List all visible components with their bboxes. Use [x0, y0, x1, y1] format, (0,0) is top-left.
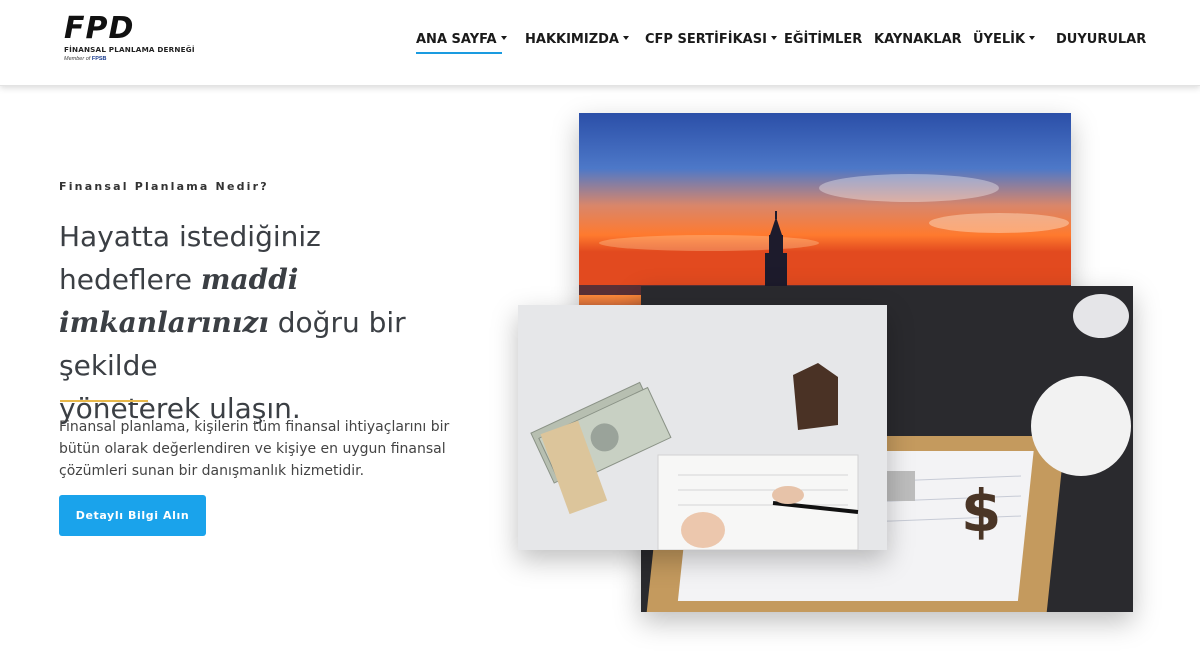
- member-org: FPSB: [91, 56, 107, 62]
- chevron-down-icon: [500, 35, 507, 40]
- chevron-down-icon: [622, 35, 629, 40]
- main-nav: ANA SAYFA HAKKIMIZDA CFP SERTİFİKASI EĞİ…: [0, 30, 1200, 54]
- site-header: FPD FİNANSAL PLANLAMA DERNEĞİ Member of …: [0, 0, 1200, 86]
- nav-label: ANA SAYFA: [416, 32, 497, 47]
- nav-item-duyurular[interactable]: DUYURULAR: [1056, 30, 1146, 54]
- nav-item-kaynaklar[interactable]: KAYNAKLAR: [874, 30, 962, 54]
- headline-line-1: Hayatta istediğiniz: [59, 220, 321, 253]
- nav-label: HAKKIMIZDA: [525, 32, 619, 47]
- hero-headline: Hayatta istediğiniz hedeflere maddi imka…: [59, 215, 479, 430]
- details-button[interactable]: Detaylı Bilgi Alın: [59, 495, 206, 536]
- chevron-down-icon: [1029, 35, 1036, 40]
- nav-label: DUYURULAR: [1056, 32, 1147, 47]
- headline-emphasis-1: maddi: [200, 263, 299, 296]
- headline-emphasis-2: imkanlarınızı: [59, 306, 269, 339]
- money-and-signing-photo: [518, 305, 887, 550]
- nav-label: EĞİTİMLER: [784, 32, 863, 47]
- nav-item-ana-sayfa[interactable]: ANA SAYFA: [416, 30, 507, 54]
- member-prefix: Member of: [64, 56, 91, 62]
- nav-label: KAYNAKLAR: [874, 32, 962, 47]
- nav-item-egitimler[interactable]: EĞİTİMLER: [784, 30, 862, 54]
- headline-line-2-pre: hedeflere: [59, 263, 201, 296]
- nav-item-hakkimizda[interactable]: HAKKIMIZDA: [525, 30, 629, 54]
- logo-member-line: Member of FPSB: [64, 56, 204, 62]
- nav-item-cfp-sertifikasi[interactable]: CFP SERTİFİKASI: [645, 30, 777, 54]
- hero-description: Finansal planlama, kişilerin tüm finansa…: [59, 419, 450, 479]
- nav-label: ÜYELİK: [973, 32, 1026, 47]
- hero-eyebrow: Finansal Planlama Nedir?: [59, 180, 269, 193]
- nav-item-uyelik[interactable]: ÜYELİK: [973, 30, 1036, 54]
- chevron-down-icon: [770, 35, 777, 40]
- svg-text:$: $: [961, 477, 1001, 545]
- accent-divider: [60, 400, 148, 402]
- nav-label: CFP SERTİFİKASI: [645, 32, 767, 47]
